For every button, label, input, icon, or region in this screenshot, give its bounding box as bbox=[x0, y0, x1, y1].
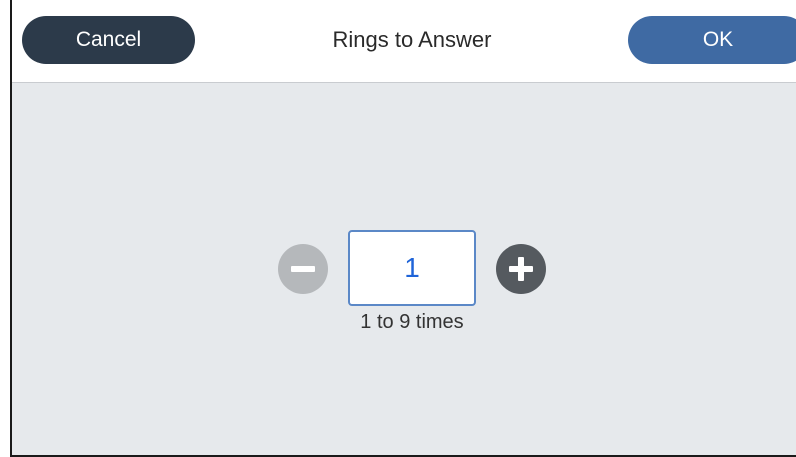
ok-button[interactable]: OK bbox=[628, 16, 796, 64]
decrement-button[interactable] bbox=[278, 244, 328, 294]
page-title: Rings to Answer bbox=[332, 27, 492, 52]
range-hint: 1 to 9 times bbox=[360, 311, 464, 333]
header-bar: Cancel Rings to Answer OK bbox=[12, 0, 796, 83]
rings-stepper: 1 bbox=[12, 230, 796, 306]
plus-circle-icon bbox=[509, 257, 533, 281]
increment-button[interactable] bbox=[496, 244, 546, 294]
rings-to-answer-screen: Cancel Rings to Answer OK 1 1 to 9 times bbox=[10, 0, 796, 457]
rings-value-field[interactable]: 1 bbox=[348, 230, 476, 306]
minus-circle-icon bbox=[291, 266, 315, 272]
cancel-button[interactable]: Cancel bbox=[22, 16, 195, 64]
